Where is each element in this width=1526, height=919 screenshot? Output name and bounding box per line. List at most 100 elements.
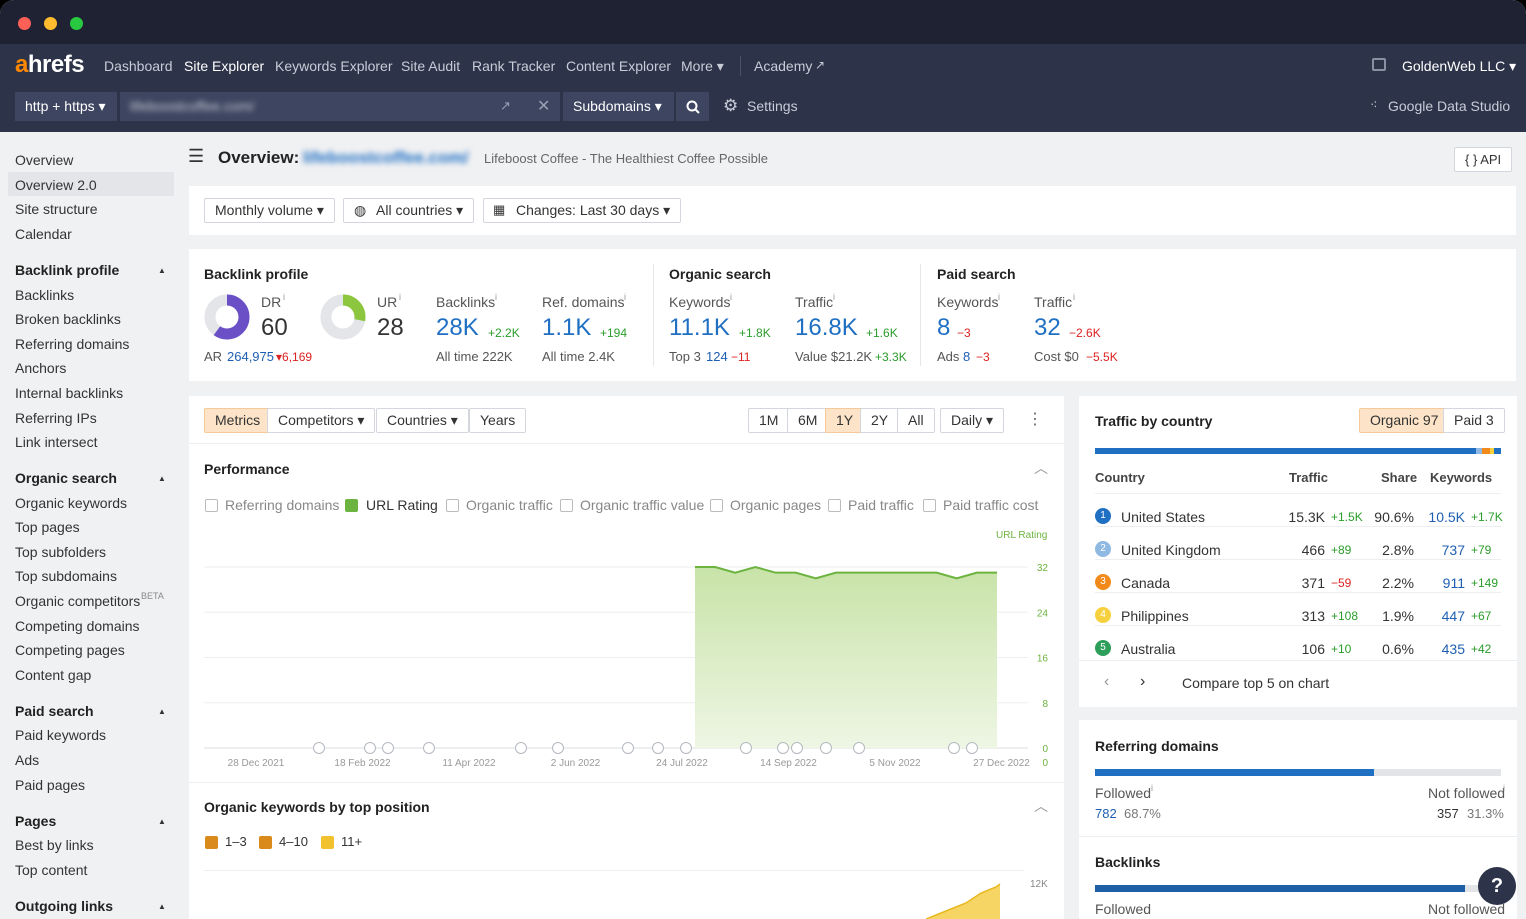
- sidebar-section-outgoing-links[interactable]: Outgoing links: [15, 898, 113, 914]
- paid-traffic-value[interactable]: 32: [1034, 314, 1061, 342]
- compare-top5-link[interactable]: Compare top 5 on chart: [1182, 675, 1329, 691]
- info-icon[interactable]: i: [1073, 292, 1075, 302]
- check-paid-traffic-cost[interactable]: [923, 499, 936, 512]
- annotation-marker[interactable]: [791, 742, 803, 754]
- tab-competitors[interactable]: Competitors ▾: [267, 408, 376, 433]
- hamburger-icon[interactable]: ☰: [188, 146, 204, 167]
- sidebar-item-organic-competitors[interactable]: Organic competitors: [15, 593, 140, 609]
- country-keywords[interactable]: 435: [1404, 641, 1465, 657]
- clear-url-icon[interactable]: ✕: [537, 96, 550, 116]
- sidebar-item-ads[interactable]: Ads: [15, 752, 39, 768]
- check-organic-pages[interactable]: [710, 499, 723, 512]
- sidebar-item-competing-pages[interactable]: Competing pages: [15, 642, 125, 658]
- sidebar-item-content-gap[interactable]: Content gap: [15, 667, 91, 683]
- collapse-icon[interactable]: ▲: [158, 817, 166, 826]
- annotation-marker[interactable]: [515, 742, 527, 754]
- close-window-button[interactable]: [18, 17, 31, 30]
- tbc-col-keywords[interactable]: Keywords: [1430, 470, 1492, 485]
- collapse-icon[interactable]: ▲: [158, 266, 166, 275]
- country-keywords[interactable]: 911: [1404, 575, 1465, 591]
- tbc-col-share[interactable]: Share: [1381, 470, 1417, 485]
- settings-link[interactable]: Settings: [747, 98, 798, 114]
- tbc-organic-tab[interactable]: Organic 97: [1359, 408, 1450, 433]
- ref-domains-value[interactable]: 1.1K: [542, 314, 591, 342]
- help-button[interactable]: ?: [1478, 867, 1516, 905]
- nav-keywords-explorer[interactable]: Keywords Explorer: [275, 58, 393, 74]
- interval-select[interactable]: Daily ▾: [940, 408, 1005, 433]
- paid-keywords-value[interactable]: 8: [937, 314, 950, 342]
- nav-dashboard[interactable]: Dashboard: [104, 58, 173, 74]
- check-organic-traffic-value[interactable]: [560, 499, 573, 512]
- range-1m[interactable]: 1M: [748, 408, 790, 433]
- sidebar-item-best-by-links[interactable]: Best by links: [15, 837, 94, 853]
- country-keywords[interactable]: 10.5K: [1404, 509, 1465, 525]
- nav-site-explorer[interactable]: Site Explorer: [184, 58, 264, 74]
- tab-countries[interactable]: Countries ▾: [376, 408, 469, 433]
- annotation-marker[interactable]: [622, 742, 634, 754]
- sidebar-item-site-structure[interactable]: Site structure: [15, 201, 97, 217]
- followed-count[interactable]: 782: [1095, 806, 1117, 821]
- annotation-marker[interactable]: [966, 742, 978, 754]
- monitor-icon[interactable]: [1372, 58, 1386, 71]
- range-2y[interactable]: 2Y: [860, 408, 900, 433]
- range-all[interactable]: All: [897, 408, 935, 433]
- check-referring-domains[interactable]: [205, 499, 218, 512]
- info-icon[interactable]: i: [399, 292, 401, 302]
- google-data-studio-link[interactable]: Google Data Studio: [1388, 98, 1510, 114]
- ads-value[interactable]: 8: [963, 349, 970, 364]
- sidebar-item-top-subdomains[interactable]: Top subdomains: [15, 568, 117, 584]
- tbc-paid-tab[interactable]: Paid 3: [1443, 408, 1505, 433]
- open-url-icon[interactable]: ↗: [500, 98, 511, 114]
- url-input[interactable]: lifeboostcoffee.com/: [120, 92, 560, 121]
- annotation-marker[interactable]: [423, 742, 435, 754]
- mode-select[interactable]: Subdomains ▾: [563, 92, 674, 121]
- country-name[interactable]: United Kingdom: [1121, 542, 1221, 558]
- annotation-marker[interactable]: [364, 742, 376, 754]
- annotation-marker[interactable]: [652, 742, 664, 754]
- organic-traffic-value[interactable]: 16.8K: [795, 314, 858, 342]
- annotation-marker[interactable]: [777, 742, 789, 754]
- volume-select[interactable]: Monthly volume ▾: [204, 198, 335, 223]
- check-pos-1-3[interactable]: [205, 836, 218, 849]
- changes-select[interactable]: Changes: Last 30 days ▾: [483, 198, 682, 223]
- next-page-icon[interactable]: ›: [1140, 673, 1145, 691]
- info-icon[interactable]: i: [1503, 783, 1505, 793]
- nav-site-audit[interactable]: Site Audit: [401, 58, 460, 74]
- sidebar-section-backlink-profile[interactable]: Backlink profile: [15, 262, 119, 278]
- annotation-marker[interactable]: [948, 742, 960, 754]
- nav-content-explorer[interactable]: Content Explorer: [566, 58, 671, 74]
- search-button[interactable]: [676, 92, 709, 121]
- country-name[interactable]: Australia: [1121, 641, 1175, 657]
- tab-years[interactable]: Years: [469, 408, 527, 433]
- sidebar-item-referring-ips[interactable]: Referring IPs: [15, 410, 97, 426]
- ahrefs-logo[interactable]: ahrefs: [15, 51, 85, 79]
- sidebar-item-anchors[interactable]: Anchors: [15, 360, 66, 376]
- check-organic-traffic[interactable]: [446, 499, 459, 512]
- country-name[interactable]: Canada: [1121, 575, 1170, 591]
- sidebar-section-pages[interactable]: Pages: [15, 813, 56, 829]
- protocol-select[interactable]: http + https ▾: [15, 92, 117, 121]
- country-keywords[interactable]: 447: [1404, 608, 1465, 624]
- sidebar-section-paid-search[interactable]: Paid search: [15, 703, 94, 719]
- organic-keywords-value[interactable]: 11.1K: [669, 314, 730, 342]
- nav-more[interactable]: More ▾: [681, 58, 724, 75]
- maximize-window-button[interactable]: [70, 17, 83, 30]
- sidebar-item-paid-pages[interactable]: Paid pages: [15, 777, 85, 793]
- more-options-icon[interactable]: ⋮: [1027, 409, 1043, 429]
- sidebar-item-top-pages[interactable]: Top pages: [15, 519, 80, 535]
- info-icon[interactable]: i: [998, 292, 1000, 302]
- sidebar-item-organic-keywords[interactable]: Organic keywords: [15, 495, 127, 511]
- info-icon[interactable]: i: [283, 292, 285, 302]
- api-button[interactable]: { } API: [1454, 147, 1513, 172]
- sidebar-item-top-content[interactable]: Top content: [15, 862, 87, 878]
- sidebar-item-paid-keywords[interactable]: Paid keywords: [15, 727, 106, 743]
- check-pos-4-10[interactable]: [259, 836, 272, 849]
- check-pos-11-plus[interactable]: [321, 836, 334, 849]
- sidebar-item-link-intersect[interactable]: Link intersect: [15, 434, 97, 450]
- sidebar-item-overview-2[interactable]: Overview 2.0: [15, 177, 97, 193]
- sidebar-item-top-subfolders[interactable]: Top subfolders: [15, 544, 106, 560]
- info-icon[interactable]: i: [624, 292, 626, 302]
- sidebar-item-broken-backlinks[interactable]: Broken backlinks: [15, 311, 121, 327]
- ar-value[interactable]: 264,975: [227, 349, 274, 364]
- top3-value[interactable]: 124: [706, 349, 728, 364]
